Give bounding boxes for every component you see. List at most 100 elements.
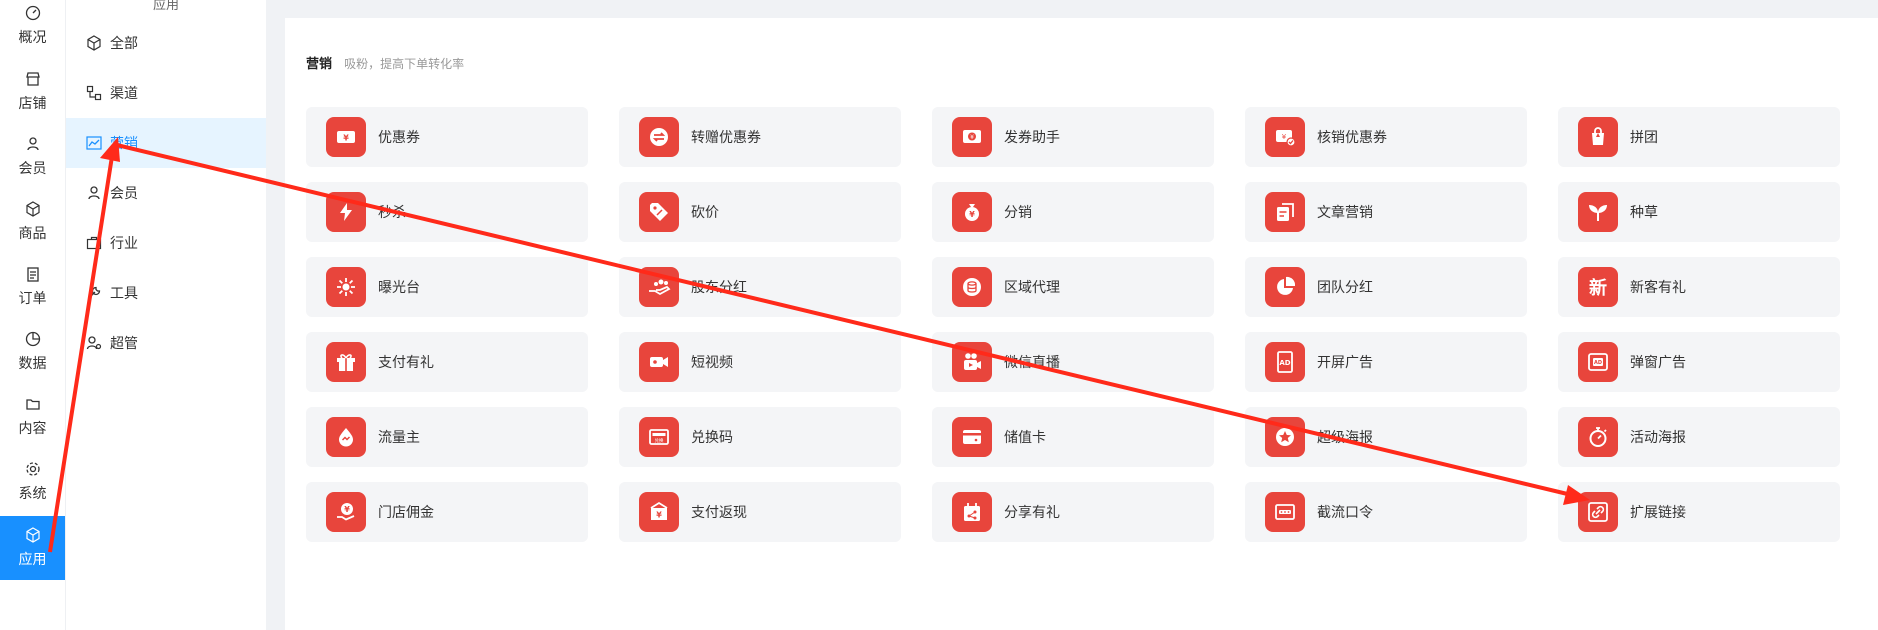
rail-item-store[interactable]: 店铺 [0,60,65,124]
app-card-label: 核销优惠券 [1317,130,1387,146]
submenu-label: 行业 [110,236,138,252]
pie-chart-icon [1265,267,1305,307]
admin-icon [86,336,102,350]
tile-text: AD [1279,359,1290,367]
user-icon [88,186,100,200]
rail-item-system[interactable]: 系统 [0,450,65,514]
app-card-coupon-helper[interactable]: ¥ 发券助手 [932,107,1214,167]
app-card-label: 拼团 [1630,130,1658,146]
app-card-label: 门店佣金 [378,505,434,521]
tile-text: 兑换 [655,437,664,444]
article-icon [1265,192,1305,232]
app-card-store-commission[interactable]: ¥ 门店佣金 [306,482,588,542]
app-card-label: 发券助手 [1004,130,1060,146]
app-card-distribution[interactable]: ¥ 分销 [932,182,1214,242]
app-card-regional-agent[interactable]: 区域代理 [932,257,1214,317]
app-card-extension-link[interactable]: 扩展链接 [1558,482,1840,542]
app-rail: 概况 店铺 会员 商品 订单 数据 内容 系统 应用 [0,0,66,630]
app-card-super-poster[interactable]: 超级海报 [1245,407,1527,467]
app-card-flash-sale[interactable]: 秒杀 [306,182,588,242]
coin-stack-icon [952,267,992,307]
video-camera-icon [639,342,679,382]
submenu-item-channel[interactable]: 渠道 [66,68,266,118]
app-card-label: 活动海报 [1630,430,1686,446]
app-card-label: 储值卡 [1004,430,1046,446]
submenu-item-tools[interactable]: 工具 [66,268,266,318]
app-card-redeem-code[interactable]: 兑换 兑换码 [619,407,901,467]
app-card-label: 扩展链接 [1630,505,1686,521]
submenu-label: 超管 [110,336,138,352]
submenu-label: 全部 [110,36,138,52]
rail-item-overview[interactable]: 概况 [0,0,65,58]
app-submenu: 应用 全部 渠道 营销 会员 行业 工具 超管 [66,0,266,630]
price-tag-icon [639,192,679,232]
rail-item-apps[interactable]: 应用 [0,516,65,580]
app-card-label: 股东分红 [691,280,747,296]
app-card-label: 截流口令 [1317,505,1373,521]
app-card-coupon[interactable]: ¥ 优惠券 [306,107,588,167]
submenu-item-admin[interactable]: 超管 [66,318,266,368]
app-card-pay-gift[interactable]: 支付有礼 [306,332,588,392]
channel-icon [86,85,102,101]
app-card-stored-value-card[interactable]: 储值卡 [932,407,1214,467]
briefcase-icon [86,236,102,250]
app-card-team-dividend[interactable]: 团队分红 [1245,257,1527,317]
store-icon [25,72,40,86]
gift-icon [326,342,366,382]
app-card-transfer-coupon[interactable]: 转赠优惠券 [619,107,901,167]
rail-item-goods[interactable]: 商品 [0,190,65,254]
new-text-icon: 新 [1578,267,1618,307]
app-card-short-video[interactable]: 短视频 [619,332,901,392]
card-icon [952,417,992,457]
app-card-label: 团队分红 [1317,280,1373,296]
app-card-new-customer-gift[interactable]: 新 新客有礼 [1558,257,1840,317]
app-card-pay-cashback[interactable]: ¥ 支付返现 [619,482,901,542]
app-card-splash-ad[interactable]: AD 开屏广告 [1245,332,1527,392]
app-card-traffic-master[interactable]: 流量主 [306,407,588,467]
app-card-bargain[interactable]: 砍价 [619,182,901,242]
rail-item-member[interactable]: 会员 [0,125,65,189]
rail-item-orders[interactable]: 订单 [0,255,65,319]
coupon-helper-icon: ¥ [952,117,992,157]
app-card-intercept-password[interactable]: 截流口令 [1245,482,1527,542]
user-icon [26,137,39,151]
svg-text:¥: ¥ [1282,133,1287,141]
live-camera-icon [952,342,992,382]
folder-icon [25,399,40,410]
password-icon [1265,492,1305,532]
app-card-article-marketing[interactable]: 文章营销 [1245,182,1527,242]
cube-icon [87,35,101,51]
stopwatch-icon [1578,417,1618,457]
app-card-popup-ad[interactable]: AD 弹窗广告 [1558,332,1840,392]
section-title: 营销 [306,57,333,72]
app-card-coupon-verify[interactable]: ¥ 核销优惠券 [1245,107,1527,167]
cube-icon [25,527,40,543]
transfer-icon [639,117,679,157]
app-card-label: 开屏广告 [1317,355,1373,371]
tile-text: 新 [1589,277,1607,299]
pie-icon [25,331,40,347]
app-card-exposure[interactable]: 曝光台 [306,257,588,317]
redeem-code-icon: 兑换 [639,417,679,457]
app-card-group-buy[interactable]: 拼团 [1558,107,1840,167]
ad-screen-icon: AD [1265,342,1305,382]
cashback-icon: ¥ [639,492,679,532]
app-card-shareholder-dividend[interactable]: 股东分红 [619,257,901,317]
app-card-label: 短视频 [691,355,733,371]
section-subtitle: 吸粉，提高下单转化率 [344,57,465,71]
rail-item-data[interactable]: 数据 [0,320,65,384]
submenu-item-all[interactable]: 全部 [66,18,266,68]
submenu-item-industry[interactable]: 行业 [66,218,266,268]
submenu-label: 渠道 [110,86,138,102]
rail-label: 概况 [18,30,47,46]
rail-label: 数据 [18,356,47,372]
rail-item-content[interactable]: 内容 [0,385,65,449]
section-header: 营销 吸粉，提高下单转化率 [306,53,464,72]
submenu-item-member[interactable]: 会员 [66,168,266,218]
app-card-label: 区域代理 [1004,280,1060,296]
app-card-event-poster[interactable]: 活动海报 [1558,407,1840,467]
submenu-item-marketing[interactable]: 营销 [66,118,266,168]
app-card-seeding[interactable]: 种草 [1558,182,1840,242]
app-card-share-gift[interactable]: 分享有礼 [932,482,1214,542]
app-card-wechat-live[interactable]: 微信直播 [932,332,1214,392]
